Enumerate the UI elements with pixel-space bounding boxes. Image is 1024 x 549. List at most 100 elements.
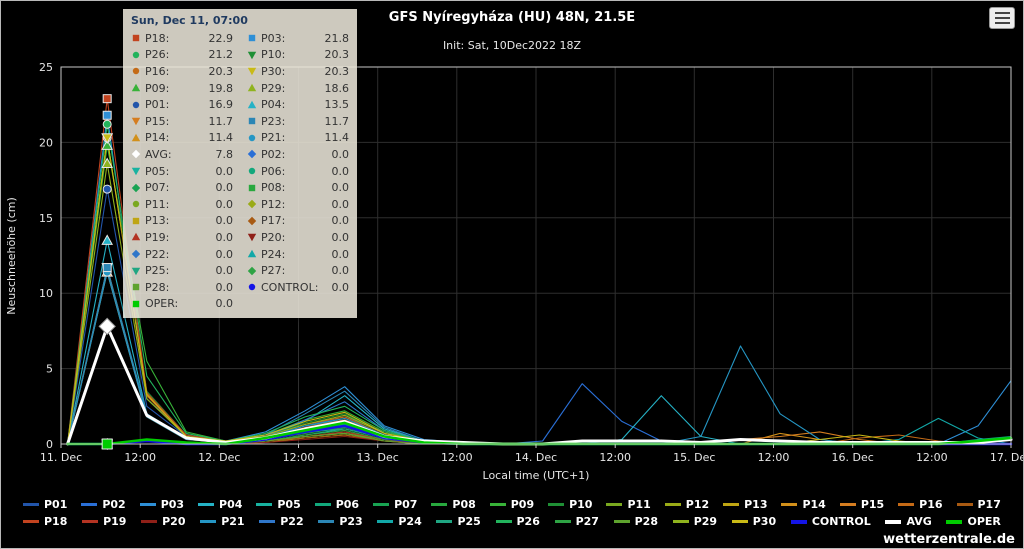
legend-label: P01 — [44, 498, 67, 511]
legend-item-P26[interactable]: P26 — [496, 515, 540, 528]
legend-item-P02[interactable]: P02 — [81, 498, 125, 511]
series-marker-icon — [131, 149, 141, 159]
legend-item-P16[interactable]: P16 — [898, 498, 942, 511]
series-marker-icon — [247, 33, 257, 43]
legend-label: P18 — [44, 515, 67, 528]
series-line-icon — [141, 520, 157, 523]
tooltip-series-label: P07: — [145, 181, 169, 194]
legend-item-AVG[interactable]: AVG — [885, 515, 931, 528]
series-line-icon — [256, 503, 272, 506]
tooltip-entry-AVG: AVG:7.8 — [131, 146, 233, 163]
tooltip-series-label: P22: — [145, 248, 169, 261]
legend-item-P11[interactable]: P11 — [606, 498, 650, 511]
legend-item-P10[interactable]: P10 — [548, 498, 592, 511]
chart-context-menu-button[interactable] — [989, 7, 1015, 29]
tooltip-series-label: P15: — [145, 115, 169, 128]
legend-label: P07 — [394, 498, 417, 511]
legend-item-OPER[interactable]: OPER — [946, 515, 1000, 528]
legend-item-P27[interactable]: P27 — [555, 515, 599, 528]
legend-item-P29[interactable]: P29 — [673, 515, 717, 528]
tooltip-series-value: 7.8 — [216, 148, 234, 161]
tooltip-series-value: 0.0 — [216, 281, 234, 294]
series-line-icon — [781, 503, 797, 506]
legend-item-P15[interactable]: P15 — [840, 498, 884, 511]
legend-item-P03[interactable]: P03 — [140, 498, 184, 511]
legend-item-P13[interactable]: P13 — [723, 498, 767, 511]
series-line-icon — [673, 520, 689, 523]
tooltip-series-value: 20.3 — [325, 65, 350, 78]
legend-item-P20[interactable]: P20 — [141, 515, 185, 528]
legend-item-CONTROL[interactable]: CONTROL — [791, 515, 871, 528]
legend-item-P09[interactable]: P09 — [490, 498, 534, 511]
series-marker-icon — [247, 266, 257, 276]
legend-item-P19[interactable]: P19 — [82, 515, 126, 528]
series-marker-icon — [131, 100, 141, 110]
legend-label: P03 — [161, 498, 184, 511]
series-marker-icon — [131, 50, 141, 60]
legend-item-P01[interactable]: P01 — [23, 498, 67, 511]
chart-legend: P01 P02 P03 P04 P05 P06 P07 P08 P09 P10 P11 P12 P13 P… — [11, 496, 1013, 530]
legend-item-P28[interactable]: P28 — [614, 515, 658, 528]
tooltip-series-label: P28: — [145, 281, 169, 294]
series-line-icon — [732, 520, 748, 523]
legend-item-P07[interactable]: P07 — [373, 498, 417, 511]
tooltip-entry-P22: P22:0.0 — [131, 246, 233, 263]
tooltip-series-label: P18: — [145, 32, 169, 45]
series-line-icon — [606, 503, 622, 506]
legend-item-P12[interactable]: P12 — [665, 498, 709, 511]
tooltip-entry-P13: P13:0.0 — [131, 213, 233, 230]
legend-item-P25[interactable]: P25 — [436, 515, 480, 528]
tooltip-entry-P14: P14:11.4 — [131, 130, 233, 147]
series-marker-icon — [131, 282, 141, 292]
y-tick-label: 20 — [39, 136, 53, 149]
tooltip-series-value: 0.0 — [216, 231, 234, 244]
tooltip-series-label: P20: — [261, 231, 285, 244]
tooltip-series-label: P14: — [145, 131, 169, 144]
tooltip-series-value: 0.0 — [332, 231, 350, 244]
x-tick-label: 17. Dec — [990, 451, 1024, 464]
tooltip-entry-P21: P21:11.4 — [247, 130, 349, 147]
tooltip-entry-P26: P26:21.2 — [131, 47, 233, 64]
legend-item-P14[interactable]: P14 — [781, 498, 825, 511]
tooltip-entries: P18:22.9P03:21.8P26:21.2P10:20.3P16:20.3… — [131, 30, 349, 312]
tooltip-series-value: 0.0 — [332, 165, 350, 178]
tooltip-series-value: 0.0 — [332, 198, 350, 211]
series-marker-icon — [247, 249, 257, 259]
legend-item-P08[interactable]: P08 — [431, 498, 475, 511]
series-line-icon — [946, 520, 962, 524]
legend-label: P09 — [511, 498, 534, 511]
legend-item-P21[interactable]: P21 — [200, 515, 244, 528]
tooltip-entry-P23: P23:11.7 — [247, 113, 349, 130]
chart-tooltip: Sun, Dec 11, 07:00 P18:22.9P03:21.8P26:2… — [123, 9, 357, 318]
tooltip-series-value: 0.0 — [332, 148, 350, 161]
legend-label: OPER — [967, 515, 1000, 528]
tooltip-series-label: P02: — [261, 148, 285, 161]
legend-item-P04[interactable]: P04 — [198, 498, 242, 511]
legend-label: P17 — [978, 498, 1001, 511]
tooltip-series-label: P30: — [261, 65, 285, 78]
tooltip-series-value: 22.9 — [209, 32, 234, 45]
tooltip-series-label: P05: — [145, 165, 169, 178]
x-tick-label: 13. Dec — [357, 451, 399, 464]
legend-item-P22[interactable]: P22 — [259, 515, 303, 528]
series-marker-icon — [247, 83, 257, 93]
tooltip-entry-P27: P27:0.0 — [247, 262, 349, 279]
series-marker-icon — [131, 266, 141, 276]
tooltip-series-label: P16: — [145, 65, 169, 78]
legend-label: P30 — [753, 515, 776, 528]
legend-item-P23[interactable]: P23 — [318, 515, 362, 528]
tooltip-entry-P25: P25:0.0 — [131, 262, 233, 279]
legend-item-P30[interactable]: P30 — [732, 515, 776, 528]
series-line-icon — [840, 503, 856, 506]
legend-item-P17[interactable]: P17 — [957, 498, 1001, 511]
legend-item-P05[interactable]: P05 — [256, 498, 300, 511]
legend-item-P18[interactable]: P18 — [23, 515, 67, 528]
legend-label: CONTROL — [812, 515, 871, 528]
legend-label: P15 — [861, 498, 884, 511]
y-tick-label: 25 — [39, 61, 53, 74]
tooltip-entry-P15: P15:11.7 — [131, 113, 233, 130]
legend-item-P06[interactable]: P06 — [315, 498, 359, 511]
tooltip-series-label: P10: — [261, 48, 285, 61]
forecast-chart-window: GFS Nyíregyháza (HU) 48N, 21.5E Init: Sa… — [0, 0, 1024, 549]
legend-item-P24[interactable]: P24 — [377, 515, 421, 528]
